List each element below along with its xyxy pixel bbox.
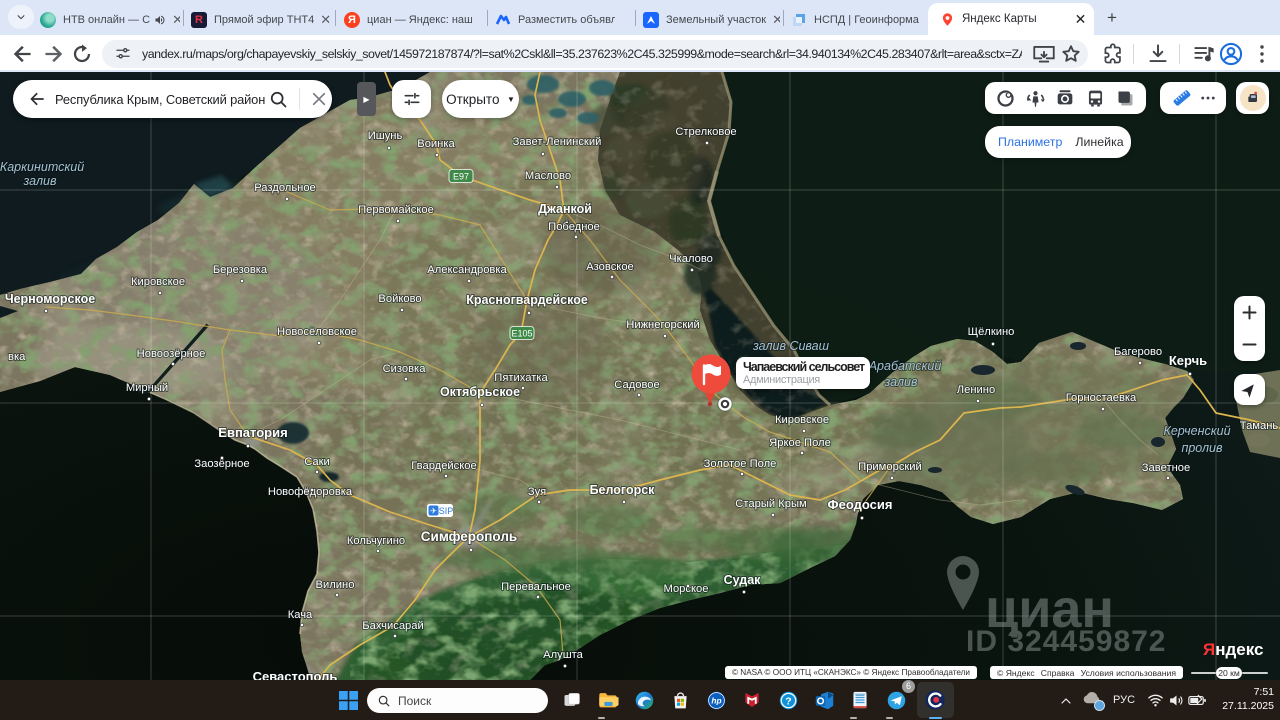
svg-text:Саки: Саки [304, 456, 330, 468]
svg-text:Стрелковое: Стрелковое [675, 126, 736, 138]
svg-text:SIP: SIP [439, 506, 454, 516]
svg-text:Старый Крым: Старый Крым [735, 498, 806, 510]
svg-text:пролив: пролив [1181, 441, 1223, 455]
svg-text:Победное: Победное [548, 221, 600, 233]
svg-text:Садовое: Садовое [614, 379, 659, 391]
svg-text:Заветное: Заветное [1142, 462, 1190, 474]
svg-text:Завет-Ленинский: Завет-Ленинский [513, 136, 602, 148]
svg-text:Тамань: Тамань [1240, 420, 1279, 432]
svg-text:Ишунь: Ишунь [368, 130, 403, 142]
svg-text:Александровка: Александровка [427, 264, 507, 276]
svg-text:Перевальное: Перевальное [501, 581, 571, 593]
svg-text:Симферополь: Симферополь [421, 529, 517, 544]
svg-text:Кача: Кача [288, 609, 313, 621]
svg-text:Керченский: Керченский [1163, 424, 1230, 438]
svg-text:Белогорск: Белогорск [590, 483, 656, 497]
svg-text:залив Сиваш: залив Сиваш [752, 339, 830, 353]
svg-text:Новосёловское: Новосёловское [277, 326, 357, 338]
svg-text:Каркинитский: Каркинитский [0, 160, 84, 174]
svg-text:Гвардейское: Гвардейское [411, 460, 477, 472]
svg-text:?: ? [785, 695, 791, 707]
svg-text:Первомайское: Первомайское [358, 204, 434, 216]
svg-text:Красногвардейское: Красногвардейское [466, 293, 588, 307]
svg-text:Азовское: Азовское [586, 261, 634, 273]
svg-text:Приморский: Приморский [858, 461, 922, 473]
svg-text:Евпатория: Евпатория [218, 425, 287, 440]
svg-text:Пятихатка: Пятихатка [494, 372, 548, 384]
svg-text:ID 324459872: ID 324459872 [966, 625, 1167, 658]
svg-text:Ленино: Ленино [957, 384, 995, 396]
svg-text:Кировское: Кировское [775, 414, 829, 426]
svg-text:E105: E105 [511, 329, 532, 339]
svg-text:Новофёдоровка: Новофёдоровка [268, 486, 353, 498]
svg-text:Маслово: Маслово [525, 170, 571, 182]
svg-text:Яркое Поле: Яркое Поле [769, 437, 831, 449]
svg-text:Воинка: Воинка [417, 138, 455, 150]
svg-text:hp: hp [711, 695, 721, 705]
svg-text:Мирный: Мирный [126, 382, 168, 394]
svg-text:Войково: Войково [378, 293, 421, 305]
svg-text:Кировское: Кировское [131, 276, 185, 288]
svg-text:Феодосия: Феодосия [828, 497, 893, 512]
svg-text:Алушта: Алушта [543, 649, 584, 661]
svg-text:Новоозёрное: Новоозёрное [137, 348, 206, 360]
svg-text:Бахчисарай: Бахчисарай [362, 620, 424, 632]
svg-text:E97: E97 [453, 172, 469, 182]
svg-text:✈: ✈ [430, 507, 437, 516]
svg-text:Вилино: Вилино [316, 579, 355, 591]
svg-text:Березовка: Березовка [213, 264, 268, 276]
svg-text:Кольчугино: Кольчугино [347, 535, 405, 547]
svg-text:вка: вка [8, 351, 26, 363]
svg-text:Щёлкино: Щёлкино [968, 326, 1015, 338]
svg-text:Сизовка: Сизовка [383, 363, 427, 375]
svg-text:Нижнегорский: Нижнегорский [626, 319, 699, 331]
svg-text:Арабатский: Арабатский [868, 359, 942, 373]
svg-text:залив: залив [22, 174, 56, 188]
svg-text:Золотое Поле: Золотое Поле [704, 458, 777, 470]
svg-text:Октябрьское: Октябрьское [440, 385, 520, 399]
svg-text:Керчь: Керчь [1169, 353, 1207, 368]
svg-text:Морское: Морское [664, 583, 709, 595]
svg-text:залив: залив [883, 375, 917, 389]
svg-text:Раздольное: Раздольное [254, 182, 316, 194]
svg-text:Зуя: Зуя [528, 486, 546, 498]
svg-text:Чкалово: Чкалово [669, 253, 713, 265]
svg-text:Черноморское: Черноморское [5, 292, 95, 306]
svg-text:Багерово: Багерово [1114, 346, 1162, 358]
svg-text:Горностаевка: Горностаевка [1066, 392, 1137, 404]
svg-text:Судак: Судак [724, 573, 762, 587]
svg-text:Джанкой: Джанкой [538, 202, 592, 216]
